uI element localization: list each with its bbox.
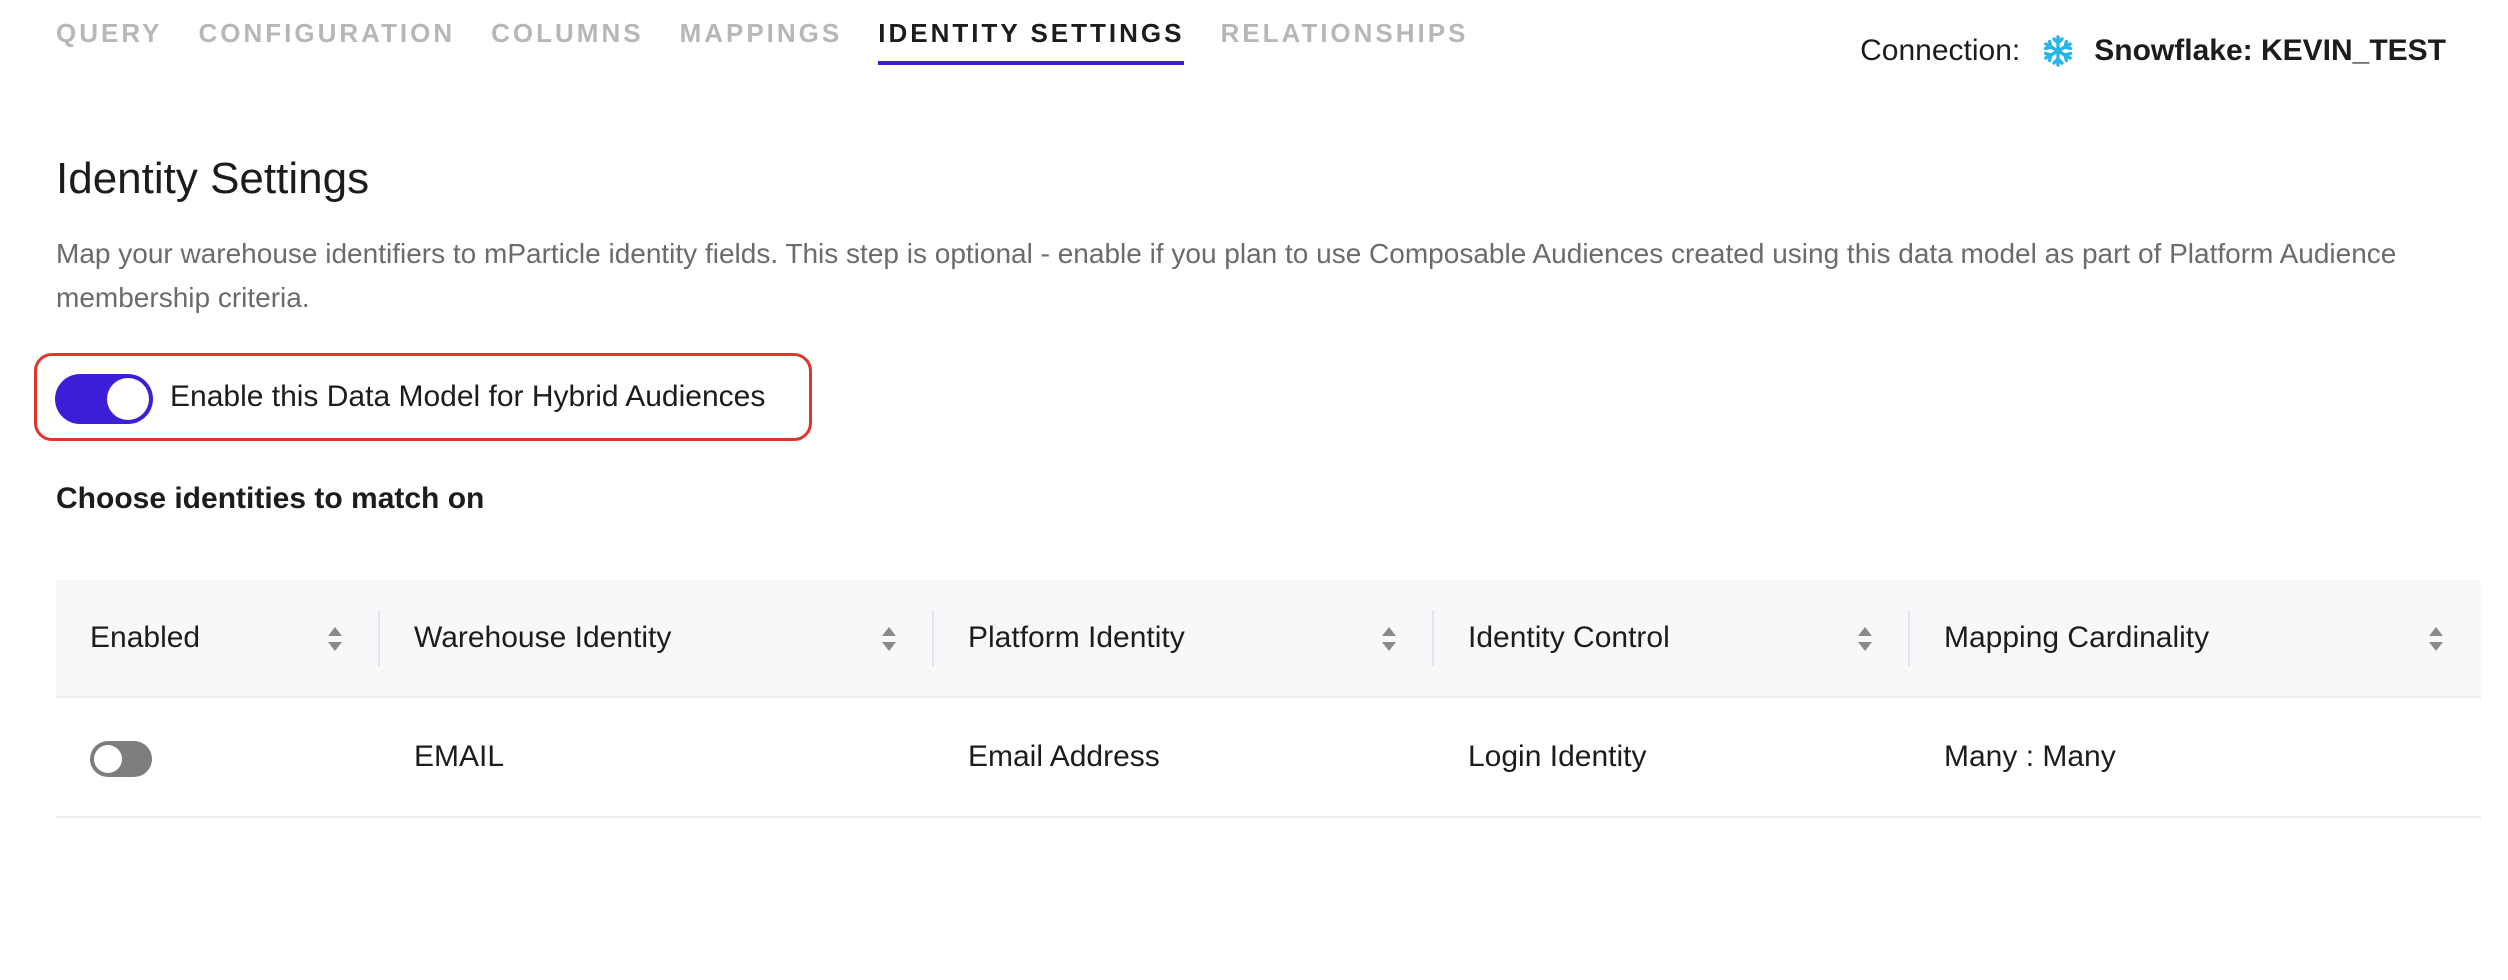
column-header-warehouse-identity: Warehouse Identity [380, 580, 934, 696]
column-header-label: Enabled [90, 621, 201, 654]
connection-indicator: Connection: Snowflake: KEVIN_TEST [1860, 34, 2446, 68]
table-row: EMAIL Email Address Login Identity Many … [56, 698, 2481, 818]
column-header-mapping-cardinality: Mapping Cardinality [1910, 580, 2481, 696]
tab-bar: QUERY CONFIGURATION COLUMNS MAPPINGS IDE… [56, 18, 1504, 65]
connection-label: Connection: [1860, 34, 2021, 67]
identity-control-cell: Login Identity [1468, 740, 1647, 773]
tab-relationships[interactable]: RELATIONSHIPS [1220, 18, 1468, 65]
snowflake-icon [2044, 35, 2073, 67]
column-header-label: Platform Identity [968, 621, 1185, 654]
column-header-platform-identity: Platform Identity [934, 580, 1434, 696]
tab-identity-settings[interactable]: IDENTITY SETTINGS [878, 18, 1185, 65]
tab-configuration[interactable]: CONFIGURATION [199, 18, 456, 65]
column-header-identity-control: Identity Control [1434, 580, 1910, 696]
column-header-label: Warehouse Identity [414, 621, 672, 654]
sort-icon[interactable] [2427, 622, 2445, 656]
sort-icon[interactable] [1856, 622, 1874, 656]
identities-section-title: Choose identities to match on [56, 482, 485, 515]
warehouse-identity-cell: EMAIL [414, 740, 505, 773]
page-title: Identity Settings [56, 154, 370, 203]
table-header: Enabled Warehouse Identity Platform Iden… [56, 580, 2481, 698]
platform-identity-cell: Email Address [968, 740, 1160, 773]
sort-icon[interactable] [880, 622, 898, 656]
identities-table: Enabled Warehouse Identity Platform Iden… [56, 580, 2481, 818]
column-header-label: Mapping Cardinality [1944, 621, 2210, 654]
column-header-enabled: Enabled [56, 580, 380, 696]
hybrid-audiences-toggle[interactable] [55, 374, 153, 424]
sort-icon[interactable] [1380, 622, 1398, 656]
tab-query[interactable]: QUERY [56, 18, 163, 65]
page-description: Map your warehouse identifiers to mParti… [56, 238, 2397, 313]
mapping-cardinality-cell: Many : Many [1944, 740, 2116, 773]
identity-enabled-toggle[interactable] [90, 741, 152, 777]
tab-columns[interactable]: COLUMNS [491, 18, 643, 65]
sort-icon[interactable] [326, 622, 344, 656]
connection-value: Snowflake: KEVIN_TEST [2094, 34, 2446, 67]
toggle-knob [107, 378, 149, 420]
toggle-knob [94, 745, 122, 773]
column-header-label: Identity Control [1468, 621, 1670, 654]
hybrid-audiences-label: Enable this Data Model for Hybrid Audien… [170, 380, 766, 413]
tab-mappings[interactable]: MAPPINGS [680, 18, 843, 65]
